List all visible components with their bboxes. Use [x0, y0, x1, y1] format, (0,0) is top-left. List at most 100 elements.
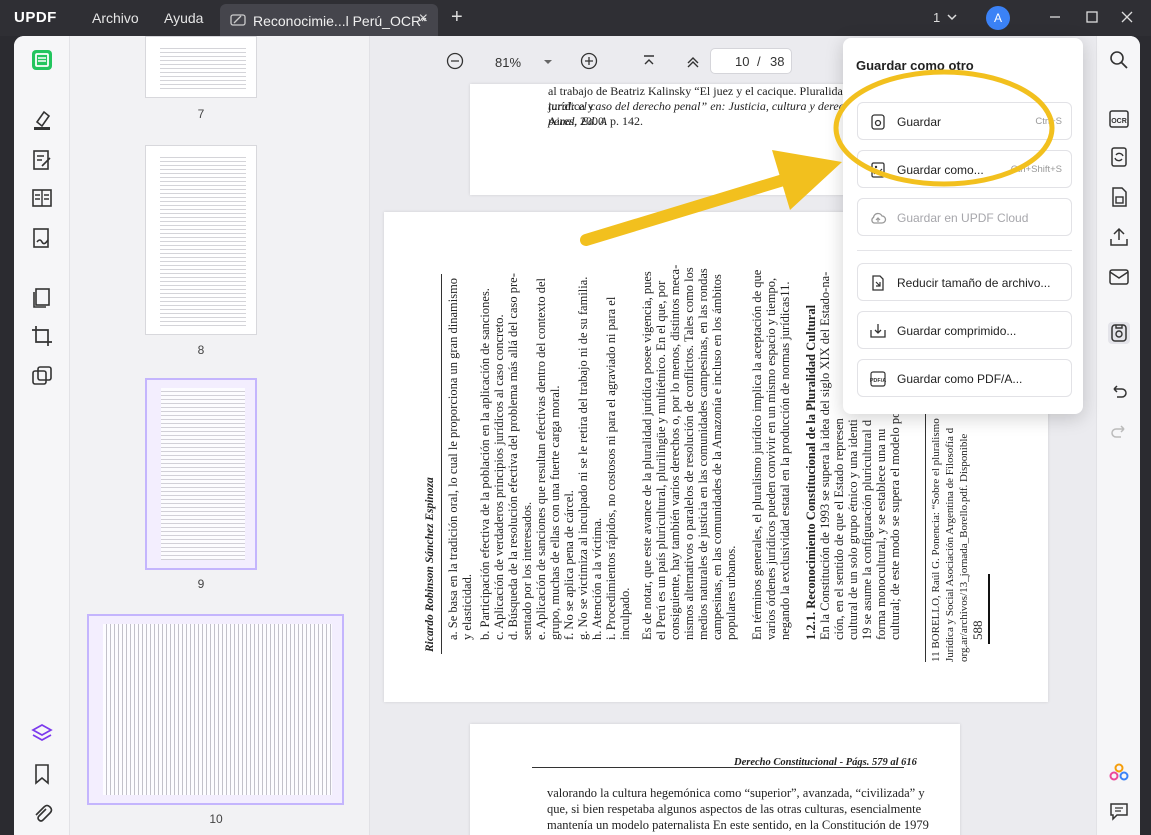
save-as-shortcut: Ctrl+Shift+S — [1010, 164, 1062, 175]
page-text-line: inculpado. — [618, 587, 632, 640]
thumbnail-number: 8 — [197, 343, 205, 357]
caret-down-icon[interactable] — [543, 57, 553, 67]
save-as-item[interactable]: Guardar como... Ctrl+Shift+S — [857, 150, 1072, 188]
zoom-in-icon[interactable] — [580, 52, 598, 70]
page-text-line: sentado por los interesados. — [520, 501, 534, 640]
reader-mode-button[interactable] — [30, 48, 54, 72]
thumbnail-page-10[interactable] — [87, 614, 344, 805]
zoom-level[interactable]: 81% — [495, 55, 521, 70]
menu-divider — [857, 250, 1072, 251]
new-tab-button[interactable]: + — [451, 6, 463, 29]
tab-title: Reconocimie...l Perú_OCR* — [253, 13, 427, 29]
stack-icon — [32, 366, 52, 385]
reduce-size-item[interactable]: Reducir tamaño de archivo... — [857, 263, 1072, 301]
page-number-input[interactable]: 10 / 38 — [710, 48, 792, 74]
right-tool-rail: OCR — [1096, 36, 1140, 835]
tools-button[interactable] — [30, 364, 54, 388]
page-text-line: campesinas, en las comunidades de la Ama… — [710, 274, 724, 640]
save-as-other-button[interactable] — [1108, 322, 1130, 344]
save-label: Guardar — [897, 115, 942, 129]
comments-panel-button[interactable] — [1108, 800, 1130, 822]
bookmark-icon — [35, 764, 49, 785]
window-count[interactable]: 1 — [933, 10, 940, 25]
protect-button[interactable] — [1108, 186, 1130, 208]
page-text-line: 19 se asume la configuración pluricultur… — [860, 419, 874, 640]
layers-icon — [31, 724, 53, 741]
page-separator: / — [757, 54, 761, 69]
undo-icon — [1113, 385, 1127, 398]
page-number: 588 — [970, 620, 985, 641]
comment-tool-button[interactable] — [30, 108, 54, 132]
edit-pdf-button[interactable] — [30, 148, 54, 172]
save-as-label: Guardar como... — [897, 163, 984, 177]
minimize-icon[interactable] — [1046, 8, 1064, 26]
pages-icon — [33, 288, 50, 308]
save-item[interactable]: Guardar Ctrl+S — [857, 102, 1072, 140]
redo-button[interactable] — [1108, 420, 1130, 442]
save-icon — [871, 114, 885, 130]
ai-assistant-button[interactable] — [1108, 762, 1130, 784]
svg-text:PDF/A: PDF/A — [870, 378, 887, 384]
layers-button[interactable] — [30, 722, 54, 746]
save-cloud-item[interactable]: Guardar en UPDF Cloud — [857, 198, 1072, 236]
page-text-line: h. Atención a la víctima. — [590, 517, 604, 640]
page-text-line: 11 BORELLO, Raúl G. Ponencia: “Sobre el … — [930, 418, 942, 662]
edit-text-icon — [33, 150, 51, 170]
page-text-line: i. Procedimientos rápidos, no costosos n… — [604, 296, 618, 640]
current-page[interactable]: 10 — [735, 54, 749, 69]
page-text-line: mantenía un modelo paternalista En este … — [547, 818, 929, 832]
page-text-line: consiguiente, hay también varios derecho… — [668, 264, 682, 640]
menu-ayuda[interactable]: Ayuda — [164, 10, 203, 26]
thumbnail-panel: 7 8 9 10 — [70, 36, 370, 835]
page-text-line: c. Aplicación de verdaderos principios j… — [492, 314, 506, 640]
page-text-line: grupo, muchas de ellas con una fuerte ca… — [548, 385, 562, 640]
chevron-down-icon[interactable] — [946, 11, 958, 23]
footnote-rule — [925, 372, 926, 662]
form-tool-button[interactable] — [30, 186, 54, 210]
page-text-line: el Perú es un país pluricultural, pluril… — [654, 280, 668, 640]
convert-button[interactable] — [1108, 146, 1130, 168]
menu-archivo[interactable]: Archivo — [92, 10, 139, 26]
share-button[interactable] — [1108, 226, 1130, 248]
archive-icon — [870, 324, 886, 338]
share-icon — [1110, 227, 1128, 246]
page-text-line: cultural de un solo grupo étnico y una i… — [846, 419, 860, 640]
page-text-line: cultural; de este modo se supera el mode… — [888, 401, 902, 640]
page-text-line: varios órdenes jurídicos pueden convivir… — [764, 277, 778, 640]
undo-button[interactable] — [1108, 380, 1130, 402]
zoom-out-icon[interactable] — [446, 52, 464, 70]
organize-pages-button[interactable] — [30, 286, 54, 310]
form-icon — [32, 189, 52, 207]
save-pdfa-item[interactable]: PDF/A Guardar como PDF/A... — [857, 359, 1072, 397]
tab-close-icon[interactable]: × — [419, 10, 428, 28]
lock-file-icon — [1112, 187, 1127, 207]
ocr-button[interactable]: OCR — [1108, 108, 1130, 130]
convert-icon — [1111, 147, 1127, 167]
thumbnail-number: 7 — [197, 107, 205, 121]
crop-button[interactable] — [30, 324, 54, 348]
page-text-line: Jurídica y Social Asociación Argentina d… — [944, 427, 956, 662]
email-button[interactable] — [1108, 266, 1130, 288]
ocr-icon: OCR — [1109, 110, 1129, 128]
page-text-line: a. Se basa en la tradición oral, lo cual… — [446, 277, 460, 640]
bookmark-button[interactable] — [30, 762, 54, 786]
user-avatar[interactable]: A — [986, 6, 1010, 30]
maximize-icon[interactable] — [1083, 8, 1101, 26]
sign-icon — [33, 228, 49, 248]
attachment-button[interactable] — [30, 802, 54, 826]
save-compressed-item[interactable]: Guardar comprimido... — [857, 311, 1072, 349]
header-rule — [532, 767, 904, 768]
fill-sign-button[interactable] — [30, 226, 54, 250]
ai-icon — [1109, 763, 1129, 781]
search-button[interactable] — [1108, 49, 1130, 71]
close-window-icon[interactable] — [1118, 8, 1136, 26]
pdfa-icon: PDF/A — [870, 371, 887, 387]
previous-page-icon[interactable] — [684, 52, 702, 70]
thumbnail-page-7[interactable] — [145, 36, 257, 98]
thumbnail-page-9[interactable] — [145, 378, 257, 570]
first-page-icon[interactable] — [640, 52, 658, 70]
document-tab[interactable]: Reconocimie...l Perú_OCR* × — [220, 4, 438, 36]
thumbnail-page-8[interactable] — [145, 145, 257, 335]
page-text-line: org.ar/archivos/13_jornada_Borello.pdf. … — [958, 433, 970, 662]
save-pdfa-label: Guardar como PDF/A... — [897, 372, 1023, 386]
